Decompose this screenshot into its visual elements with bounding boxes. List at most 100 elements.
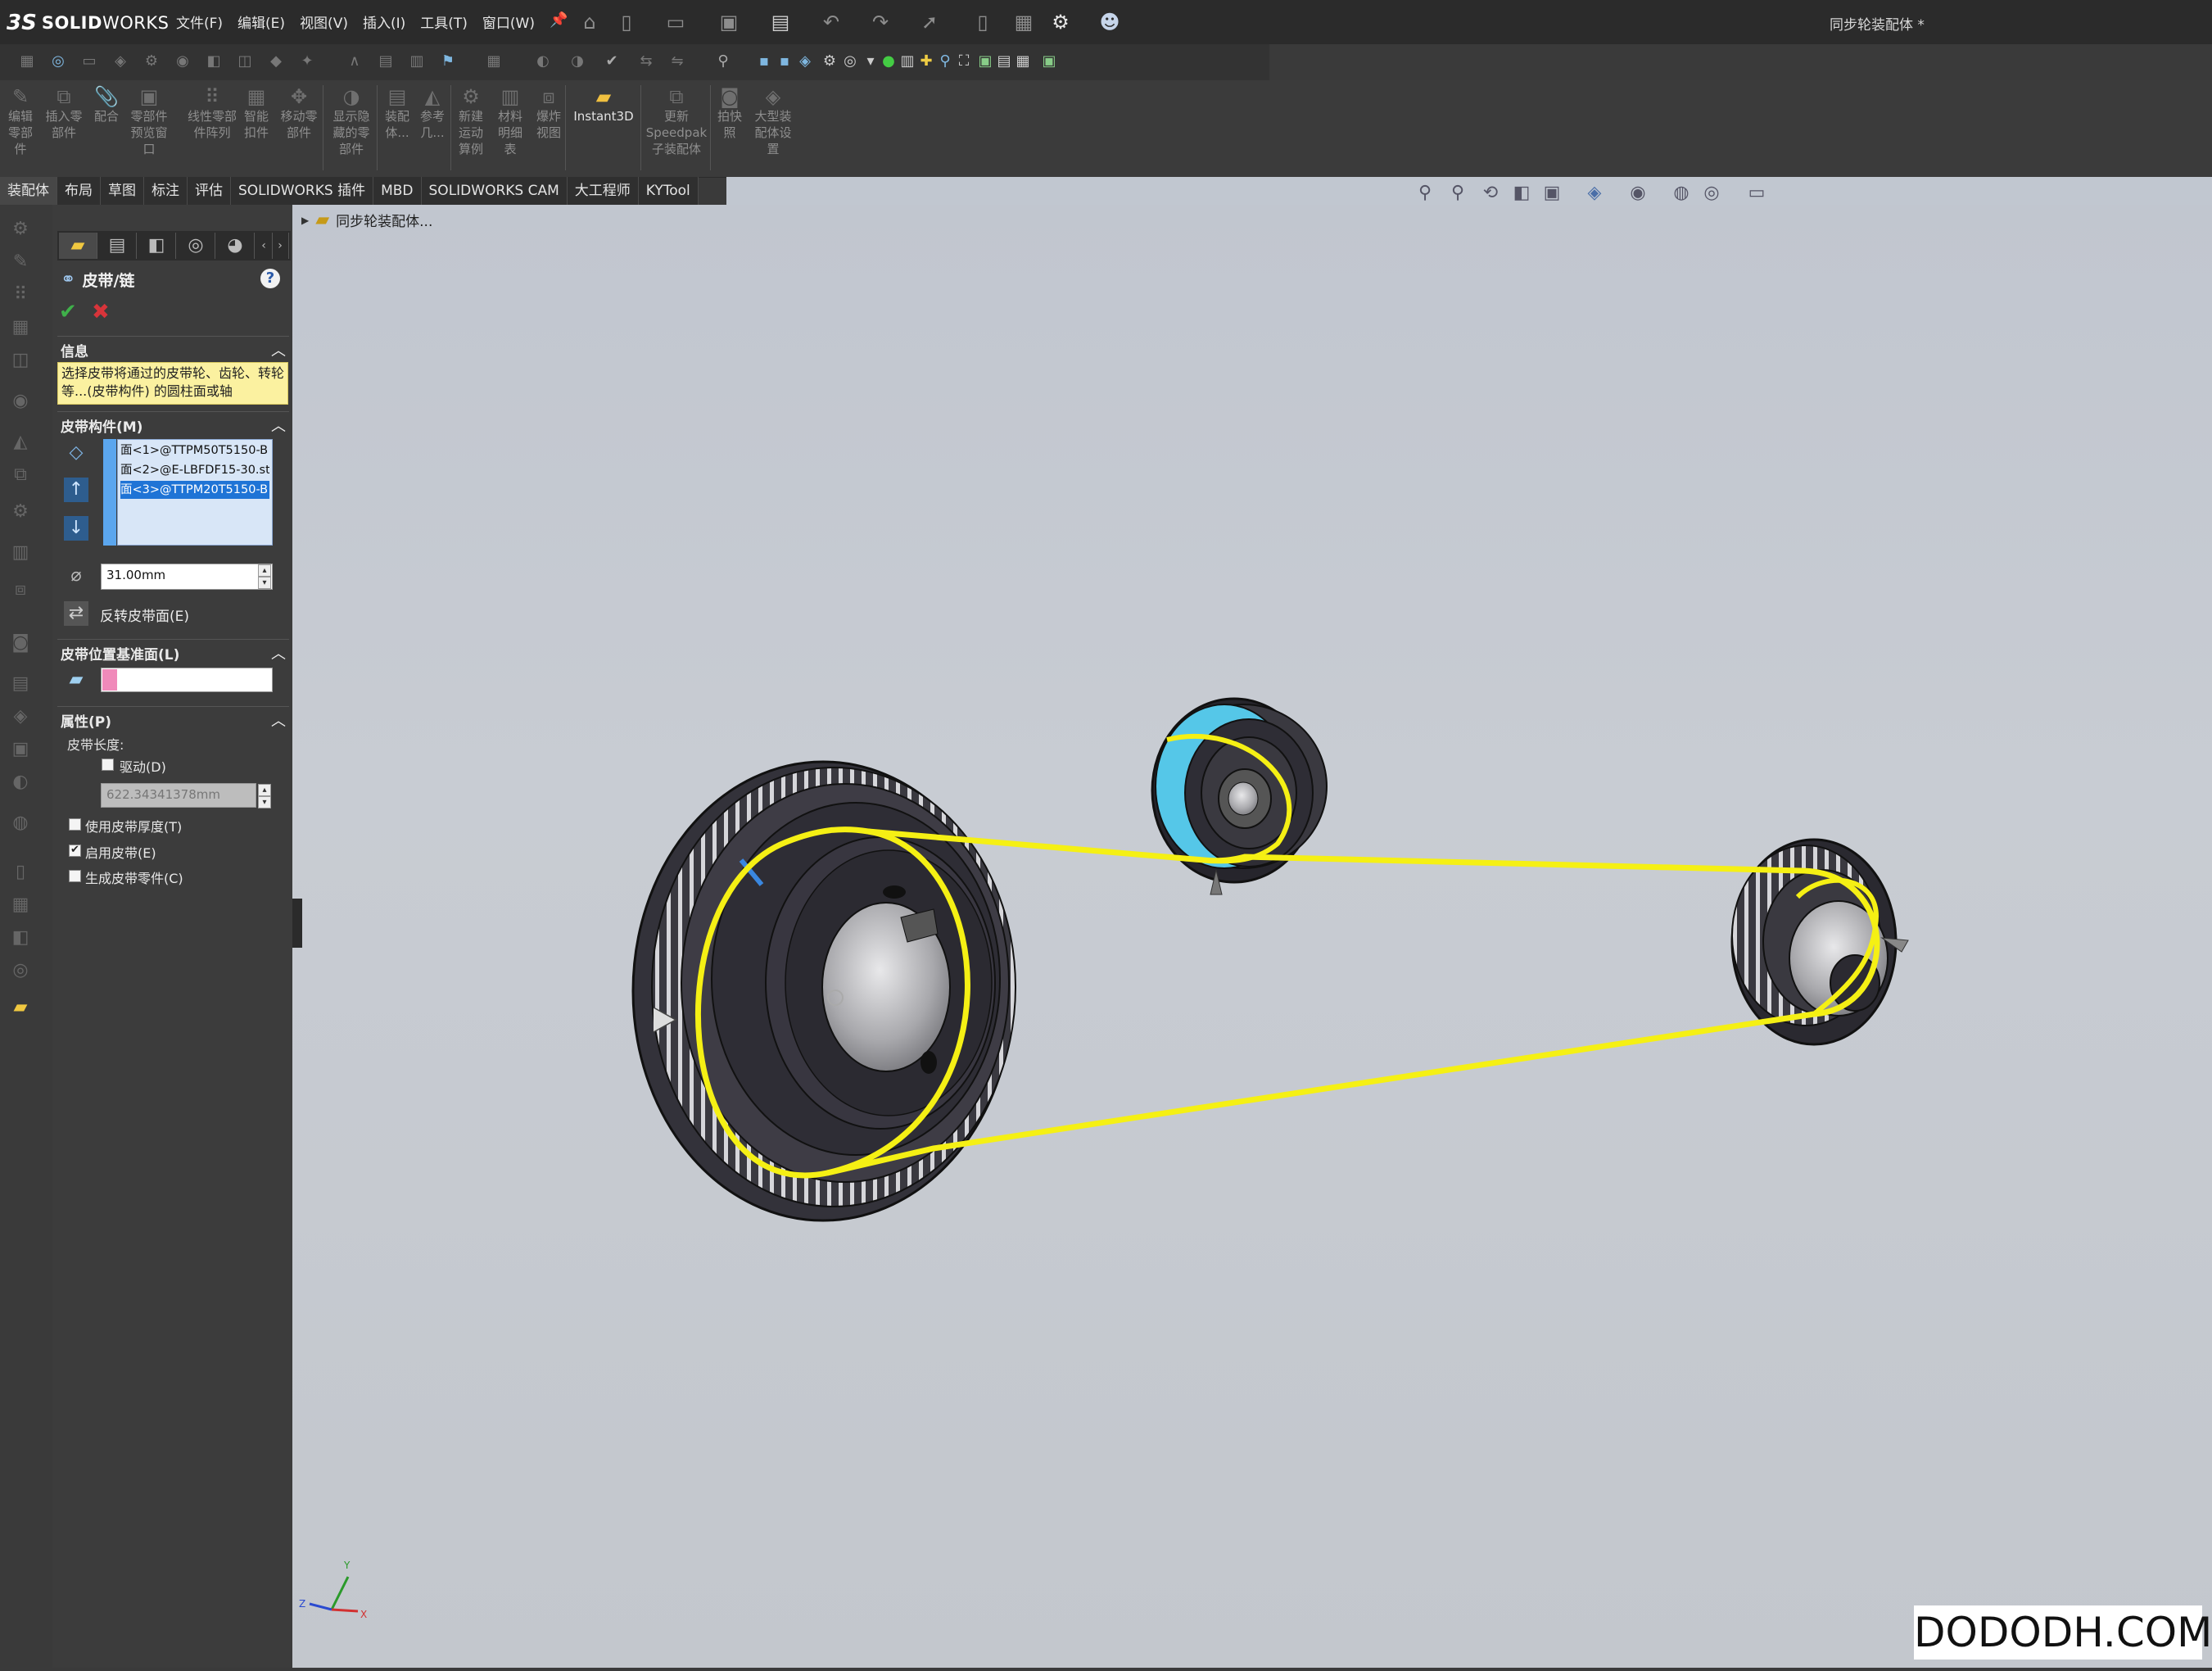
- collapse-icon[interactable]: ︿: [271, 339, 289, 360]
- strip-tool-icon[interactable]: ⚙: [8, 217, 33, 242]
- strip-tool-icon[interactable]: ▤: [8, 672, 33, 696]
- select-arrow-icon[interactable]: ➚: [917, 10, 942, 34]
- use-belt-thickness-checkbox[interactable]: [69, 818, 81, 831]
- toolbar-tool-icon[interactable]: ⇋: [667, 51, 688, 72]
- dynamic-annotation-icon[interactable]: ▣: [1540, 182, 1564, 205]
- undo-icon[interactable]: ↶: [819, 10, 844, 34]
- help-button[interactable]: ?: [260, 269, 280, 288]
- tab-addins[interactable]: SOLIDWORKS 插件: [231, 177, 374, 205]
- cancel-button[interactable]: ✖: [92, 300, 110, 324]
- toolbar-tool-icon[interactable]: ⚙: [141, 51, 162, 72]
- list-item[interactable]: 面<2>@E-LBFDF15-30.st: [120, 461, 269, 479]
- smart-fasteners-button[interactable]: ▦ 智能 扣件: [233, 85, 279, 141]
- tab-markup[interactable]: 标注: [144, 177, 188, 205]
- linear-pattern-button[interactable]: ⠿ 线性零部 件阵列: [183, 85, 241, 141]
- feature-tree-flyout[interactable]: ▶ ▰ 同步轮装配体...: [301, 210, 432, 230]
- flip-belt-icon[interactable]: ⇄: [64, 601, 88, 626]
- tab-layout[interactable]: 布局: [57, 177, 101, 205]
- tab-assembly[interactable]: 装配体: [0, 177, 57, 205]
- strip-tool-icon[interactable]: ◐: [8, 770, 33, 795]
- properties-section-header[interactable]: 属性(P) ︿: [57, 706, 289, 733]
- display-style-icon[interactable]: ◉: [1626, 182, 1650, 205]
- toolbar-tool-icon[interactable]: ◑: [567, 51, 588, 72]
- tab-evaluate[interactable]: 评估: [188, 177, 231, 205]
- tab-kytool[interactable]: KYTool: [638, 177, 699, 205]
- list-item[interactable]: 面<3>@TTPM20T5150-B: [120, 481, 269, 499]
- show-hidden-button[interactable]: ◑ 显示隐 藏的零 部件: [328, 85, 374, 157]
- save-icon[interactable]: ▣: [717, 10, 741, 34]
- engage-belt-checkbox[interactable]: ✔: [69, 845, 81, 857]
- strip-tool-icon[interactable]: ◭: [8, 430, 33, 455]
- strip-tool-icon[interactable]: ◈: [8, 704, 33, 729]
- toolbar-tool-icon[interactable]: ◈: [110, 51, 131, 72]
- toolbar-tool-icon[interactable]: ▦: [1012, 51, 1034, 72]
- panel-collapse-handle[interactable]: [292, 899, 302, 948]
- spin-up-button[interactable]: ▴: [258, 784, 271, 796]
- info-section-header[interactable]: 信息 ︿: [57, 336, 289, 363]
- apply-scene-icon[interactable]: ◎: [1699, 182, 1724, 205]
- tab-mbd[interactable]: MBD: [373, 177, 422, 205]
- menu-view[interactable]: 视图(V): [300, 11, 348, 32]
- rebuild-icon[interactable]: ▯: [970, 10, 995, 34]
- toolbar-tool-icon[interactable]: ◫: [234, 51, 256, 72]
- menu-edit[interactable]: 编辑(E): [237, 11, 285, 32]
- strip-tool-icon[interactable]: ◫: [8, 348, 33, 373]
- spin-down-button[interactable]: ▾: [258, 796, 271, 808]
- view-settings-icon[interactable]: ▭: [1744, 182, 1769, 205]
- tab-sketch[interactable]: 草图: [101, 177, 144, 205]
- toolbar-tool-icon[interactable]: ▭: [79, 51, 100, 72]
- zoom-to-fit-icon[interactable]: ⚲: [1413, 182, 1437, 205]
- toolbar-tool-icon[interactable]: ◈: [794, 51, 816, 72]
- toolbar-tool-icon[interactable]: ◆: [265, 51, 287, 72]
- menu-window[interactable]: 窗口(W): [482, 11, 535, 32]
- large-assembly-button[interactable]: ◈ 大型装 配体设 置: [750, 85, 796, 157]
- idler-pulley[interactable]: [1151, 697, 1328, 895]
- menu-file[interactable]: 文件(F): [176, 11, 223, 32]
- tree-root-label[interactable]: 同步轮装配体...: [336, 210, 432, 230]
- menu-tools[interactable]: 工具(T): [420, 11, 468, 32]
- snapshot-button[interactable]: ◙ 拍快 照: [707, 85, 753, 141]
- solidworks-logo[interactable]: 3S SOLIDWORKS: [7, 8, 169, 38]
- toolbar-tool-icon[interactable]: ⚑: [437, 51, 459, 72]
- toolbar-tool-icon[interactable]: ∧: [344, 51, 365, 72]
- strip-tool-icon[interactable]: ⠿: [8, 283, 33, 307]
- toolbar-tool-icon[interactable]: ⚲: [712, 51, 734, 72]
- strip-tool-icon[interactable]: ⚙: [8, 500, 33, 524]
- collapse-icon[interactable]: ︿: [271, 709, 289, 731]
- strip-tool-icon[interactable]: ▦: [8, 315, 33, 340]
- file-properties-icon[interactable]: ▦: [1011, 10, 1036, 34]
- toolbar-tool-icon[interactable]: ⚙: [819, 51, 840, 72]
- list-item[interactable]: 面<1>@TTPM50T5150-B: [120, 442, 269, 460]
- spin-up-button[interactable]: ▴: [258, 564, 271, 577]
- strip-tool-icon[interactable]: ⧉: [8, 463, 33, 487]
- menu-insert[interactable]: 插入(I): [363, 11, 405, 32]
- toolbar-tool-icon[interactable]: ▣: [1038, 51, 1060, 72]
- strip-tool-icon[interactable]: ▣: [8, 737, 33, 762]
- tab-display-manager-icon[interactable]: ◕: [216, 233, 255, 259]
- toolbar-tool-icon[interactable]: ◉: [172, 51, 193, 72]
- toolbar-tool-icon[interactable]: ▦: [483, 51, 504, 72]
- tab-scroll-right-icon[interactable]: ›: [272, 233, 289, 259]
- instant3d-strip-icon[interactable]: ▰: [8, 995, 33, 1020]
- zoom-to-area-icon[interactable]: ⚲: [1445, 182, 1470, 205]
- speedpak-button[interactable]: ⧉ 更新 Speedpak 子装配体: [641, 85, 712, 157]
- tab-big-engineer[interactable]: 大工程师: [567, 177, 639, 205]
- view-orientation-icon[interactable]: ◈: [1582, 182, 1607, 205]
- graphics-area[interactable]: Y X Z: [292, 205, 2212, 1668]
- hide-show-items-icon[interactable]: ◍: [1669, 182, 1694, 205]
- pitch-diameter-input[interactable]: 31.00mm: [101, 564, 273, 590]
- strip-tool-icon[interactable]: ◉: [8, 389, 33, 414]
- move-down-button[interactable]: ↓: [64, 516, 88, 541]
- component-preview-button[interactable]: ▣ 零部件 预览窗 口: [126, 85, 172, 157]
- expand-arrow-icon[interactable]: ▶: [301, 215, 309, 226]
- strip-tool-icon[interactable]: ⧈: [8, 577, 33, 602]
- reverse-belt-side-button[interactable]: 反转皮带面(E): [100, 605, 189, 625]
- insert-component-button[interactable]: ⧉ 插入零 部件: [41, 85, 87, 141]
- mate-button[interactable]: 📎 配合: [84, 85, 129, 125]
- new-document-icon[interactable]: ▯: [614, 10, 639, 34]
- strip-tool-icon[interactable]: ◍: [8, 811, 33, 836]
- toolbar-tool-icon[interactable]: ✦: [296, 51, 318, 72]
- toolbar-tool-icon[interactable]: ▥: [406, 51, 427, 72]
- open-folder-icon[interactable]: ▭: [663, 10, 688, 34]
- gear-icon[interactable]: ⚙: [1048, 10, 1073, 34]
